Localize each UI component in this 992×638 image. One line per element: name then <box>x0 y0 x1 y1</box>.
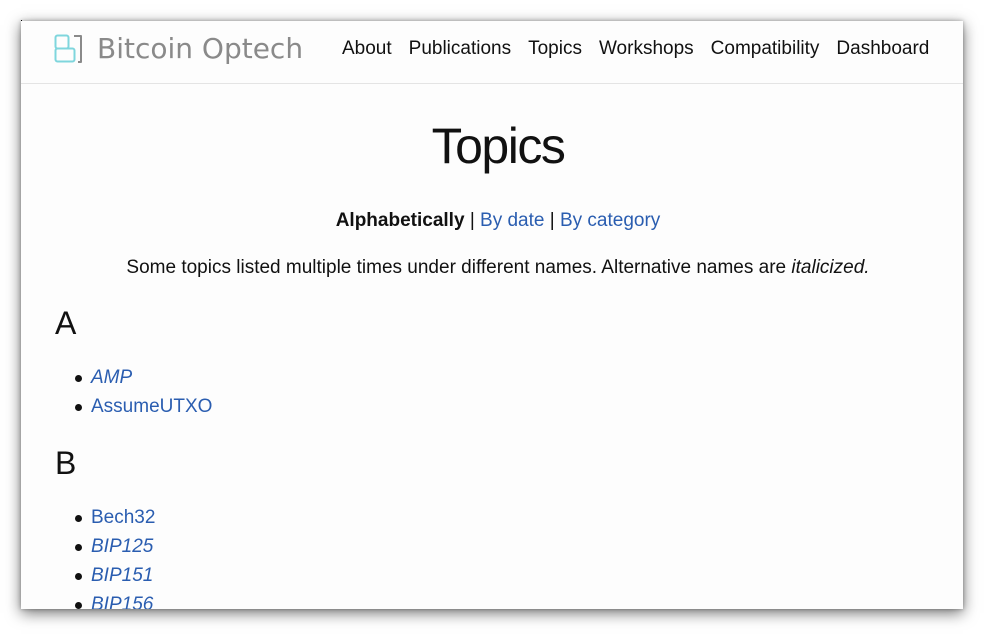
nav-compatibility[interactable]: Compatibility <box>711 38 820 60</box>
section-letter-b: B <box>55 445 77 481</box>
bullet-icon <box>75 404 82 411</box>
bullet-icon <box>75 515 82 522</box>
nav-workshops[interactable]: Workshops <box>599 38 694 60</box>
list-item: AMP <box>55 367 212 396</box>
nav-publications[interactable]: Publications <box>409 38 511 60</box>
list-item: AssumeUTXO <box>55 396 212 425</box>
browser-page: Bitcoin Optech About Publications Topics… <box>21 21 963 609</box>
topic-list-a: AMP AssumeUTXO <box>55 367 212 425</box>
logo-text: Bitcoin Optech <box>97 32 304 65</box>
page-title: Topics <box>431 118 566 174</box>
sort-options: Alphabetically | By date | By category <box>55 210 941 232</box>
nav-topics[interactable]: Topics <box>528 38 582 60</box>
note-text: Some topics listed multiple times under … <box>126 257 792 278</box>
list-item: BIP125 <box>55 536 155 565</box>
sort-current: Alphabetically <box>335 210 465 231</box>
nav-about[interactable]: About <box>342 38 392 60</box>
sort-by-category-link[interactable]: By category <box>560 210 660 231</box>
logo-link[interactable]: Bitcoin Optech <box>54 34 303 64</box>
sort-separator: | <box>549 210 555 231</box>
sort-separator: | <box>469 210 475 231</box>
sort-by-date-link[interactable]: By date <box>480 210 544 231</box>
topic-link-bip151[interactable]: BIP151 <box>91 565 153 586</box>
topic-link-bech32[interactable]: Bech32 <box>91 507 155 528</box>
main-nav: About Publications Topics Workshops Comp… <box>342 38 929 60</box>
list-item: BIP156 <box>55 594 155 609</box>
alternative-names-note: Some topics listed multiple times under … <box>55 257 941 279</box>
nav-dashboard[interactable]: Dashboard <box>836 38 929 60</box>
list-item: Bech32 <box>55 507 155 536</box>
bullet-icon <box>75 544 82 551</box>
optech-logo-icon <box>54 34 84 64</box>
topic-list-b: Bech32 BIP125 BIP151 BIP156 <box>55 507 155 609</box>
topic-link-bip156[interactable]: BIP156 <box>91 594 153 609</box>
topic-link-amp[interactable]: AMP <box>91 367 132 388</box>
list-item: BIP151 <box>55 565 155 594</box>
site-header: Bitcoin Optech About Publications Topics… <box>21 21 963 84</box>
topic-link-assumeutxo[interactable]: AssumeUTXO <box>91 396 212 417</box>
topic-link-bip125[interactable]: BIP125 <box>91 536 153 557</box>
section-letter-a: A <box>55 305 77 341</box>
bullet-icon <box>75 602 82 609</box>
note-italic: italicized. <box>791 257 870 278</box>
bullet-icon <box>75 375 82 382</box>
bullet-icon <box>75 573 82 580</box>
